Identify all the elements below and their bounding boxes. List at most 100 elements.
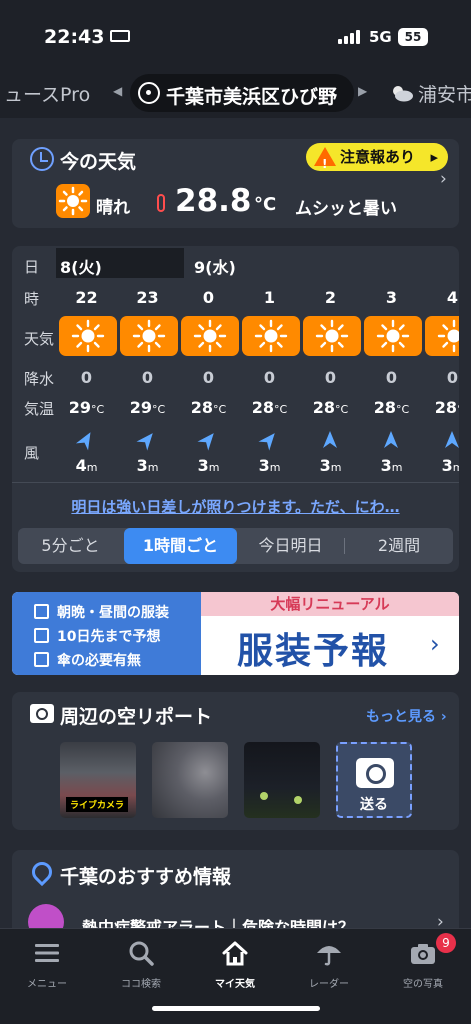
precipitation-value: 0 xyxy=(80,368,93,387)
banner-ribbon: 大幅リニューアル xyxy=(201,592,459,616)
camera-icon xyxy=(411,944,435,964)
tab-sky-photos[interactable]: 9 空の写真 xyxy=(376,933,470,995)
temperature-value: 28°C xyxy=(251,398,288,417)
temperature-value: 28°C xyxy=(190,398,227,417)
divider xyxy=(12,482,459,483)
row-label-day: 日 xyxy=(24,258,40,276)
hour-column: 3 0 28°C 3m xyxy=(361,246,422,476)
hour-label: 22 xyxy=(75,288,98,307)
current-weather-card[interactable]: 今の天気 注意報あり ▸ 晴れ 28.8 °C ムシッと暑い › xyxy=(12,139,459,228)
wind-direction-icon xyxy=(445,431,459,448)
segment-5min[interactable]: 5分ごと xyxy=(18,528,123,564)
chevron-right-icon: ▸ xyxy=(430,148,438,166)
cloud-sun-icon xyxy=(393,86,413,102)
hour-label: 2 xyxy=(324,288,337,307)
sky-photo-thumbnail[interactable] xyxy=(244,742,320,818)
precipitation-value: 0 xyxy=(202,368,215,387)
current-location-name: 千葉市美浜区ひび野 xyxy=(166,86,338,108)
wind-direction-icon xyxy=(136,433,153,451)
segment-today-tomorrow[interactable]: 今日明日 xyxy=(238,528,343,564)
battery-icon: 55 xyxy=(398,28,428,46)
menu-icon xyxy=(35,944,59,962)
recommended-title: 千葉のおすすめ情報 xyxy=(60,866,232,888)
arrow-right-icon[interactable]: ▶ xyxy=(358,84,367,98)
see-more-link[interactable]: もっと見る › xyxy=(366,706,447,726)
precipitation-value: 0 xyxy=(141,368,154,387)
wind-speed-value: 3m xyxy=(319,456,342,475)
tab-label: マイ天気 xyxy=(215,979,255,990)
precipitation-value: 0 xyxy=(324,368,337,387)
send-photo-button[interactable]: 送る xyxy=(336,742,412,818)
camera-icon xyxy=(30,704,54,723)
current-location-icon xyxy=(138,82,160,104)
row-label-weather: 天気 xyxy=(24,330,55,348)
banner-feature-list: 朝晩・昼間の服装 10日先まで予想 傘の必要有無 xyxy=(12,592,201,675)
segment-2weeks[interactable]: 2週間 xyxy=(345,528,453,564)
sleep-icon xyxy=(110,30,130,42)
segment-1hour[interactable]: 1時間ごと xyxy=(124,528,237,564)
wind-speed-value: 3m xyxy=(441,456,459,475)
sunny-icon xyxy=(120,316,178,356)
banner-item: 朝晩・昼間の服装 xyxy=(34,602,169,622)
banner-headline: 服装予報 xyxy=(237,631,390,672)
sunny-icon xyxy=(59,316,117,356)
sunny-icon xyxy=(425,316,459,356)
sky-photo-thumbnail[interactable]: ライブカメラ xyxy=(60,742,136,818)
wind-direction-icon xyxy=(75,432,91,451)
camera-icon xyxy=(356,758,394,788)
wind-speed-value: 3m xyxy=(258,456,281,475)
wind-speed-value: 4m xyxy=(75,456,98,475)
network-type: 5G xyxy=(369,28,392,46)
sunny-icon xyxy=(56,184,90,218)
tab-label: メニュー xyxy=(27,979,67,990)
location-tab-prev[interactable]: ュースPro xyxy=(4,80,90,107)
send-label: 送る xyxy=(360,797,388,813)
temperature-value: 28°C xyxy=(373,398,410,417)
checkbox-icon xyxy=(34,604,49,619)
tab-search[interactable]: ココ検索 xyxy=(94,935,188,995)
row-label-hour: 時 xyxy=(24,290,40,308)
location-tabs: ュースPro ◀ 千葉市美浜区ひび野 ▶ 浦安市 xyxy=(0,60,471,118)
sunny-icon xyxy=(303,316,361,356)
clothing-forecast-banner[interactable]: 朝晩・昼間の服装 10日先まで予想 傘の必要有無 大幅リニューアル 服装予報 › xyxy=(12,592,459,675)
precipitation-value: 0 xyxy=(446,368,459,387)
notification-badge: 9 xyxy=(436,933,456,953)
alert-button[interactable]: 注意報あり ▸ xyxy=(306,143,448,178)
hour-column: 1 0 28°C 3m xyxy=(239,246,300,476)
hour-column: 0 0 28°C 3m xyxy=(178,246,239,476)
arrow-left-icon[interactable]: ◀ xyxy=(113,84,122,98)
hour-column: 23 0 29°C 3m xyxy=(117,246,178,476)
tab-radar[interactable]: レーダー xyxy=(282,935,376,995)
wind-direction-icon xyxy=(258,433,275,451)
temperature-value: 29°C xyxy=(129,398,166,417)
current-weather-title: 今の天気 xyxy=(60,151,137,173)
interval-segmented-control: 5分ごと 1時間ごと 今日明日 2週間 xyxy=(18,528,453,564)
checkbox-icon xyxy=(34,652,49,667)
warning-icon xyxy=(314,147,336,178)
status-time: 22:43 xyxy=(44,26,105,48)
status-bar: 22:43 5G 55 xyxy=(0,0,471,60)
home-icon xyxy=(222,941,248,966)
sky-photo-thumbnail[interactable] xyxy=(152,742,228,818)
sky-report-card: 周辺の空リポート もっと見る › ライブカメラ 送る xyxy=(12,692,459,830)
tomorrow-summary-link[interactable]: 明日は強い日差しが照りつけます。ただ、にわ… xyxy=(12,496,459,517)
umbrella-icon xyxy=(317,946,341,966)
weather-condition: 晴れ xyxy=(96,198,130,218)
sunny-icon xyxy=(364,316,422,356)
clock-icon xyxy=(30,147,54,171)
tab-my-weather[interactable]: マイ天気 xyxy=(188,935,282,995)
precipitation-value: 0 xyxy=(385,368,398,387)
precipitation-value: 0 xyxy=(263,368,276,387)
chevron-right-icon: › xyxy=(430,630,440,658)
signal-icon xyxy=(338,30,360,44)
tab-menu[interactable]: メニュー xyxy=(0,935,94,995)
feels-like-text: ムシッと暑い xyxy=(295,199,397,219)
hour-label: 0 xyxy=(202,288,215,307)
hour-column: 22 0 29°C 4m xyxy=(56,246,117,476)
temperature-value: 28°C xyxy=(434,398,459,417)
sunny-icon xyxy=(181,316,239,356)
hourly-forecast-card: 日 時 天気 降水 気温 風 8(火) 9(水) 22 0 29°C 4m 23 0 29°… xyxy=(12,246,459,572)
sunny-icon xyxy=(242,316,300,356)
location-tab-current[interactable]: 千葉市美浜区ひび野 xyxy=(130,74,354,112)
location-tab-next[interactable]: 浦安市 xyxy=(418,80,471,107)
